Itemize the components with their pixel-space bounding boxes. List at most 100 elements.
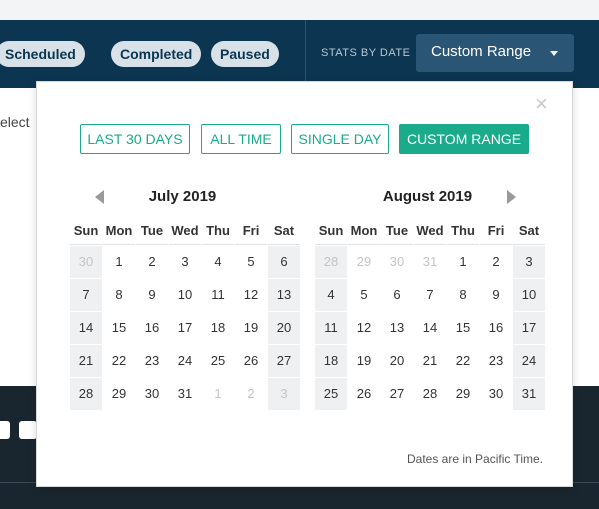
calendar-day[interactable]: 27 xyxy=(381,378,413,410)
calendar-day-outside: 30 xyxy=(70,246,102,278)
calendar-day[interactable]: 17 xyxy=(513,312,545,344)
filter-scheduled[interactable]: Scheduled xyxy=(0,41,85,67)
calendar-day[interactable]: 25 xyxy=(202,345,234,377)
filter-completed[interactable]: Completed xyxy=(111,41,202,67)
timezone-note: Dates are in Pacific Time. xyxy=(407,452,544,466)
calendar-day[interactable]: 23 xyxy=(480,345,512,377)
weekday-header: Wed xyxy=(169,220,201,245)
calendar-day[interactable]: 13 xyxy=(268,279,300,311)
calendar-day[interactable]: 21 xyxy=(70,345,102,377)
calendar-day[interactable]: 3 xyxy=(169,246,201,278)
calendar-day[interactable]: 21 xyxy=(414,345,446,377)
calendar-day[interactable]: 9 xyxy=(136,279,168,311)
calendar-day[interactable]: 15 xyxy=(103,312,135,344)
calendar-day[interactable]: 12 xyxy=(348,312,380,344)
calendar-day[interactable]: 26 xyxy=(235,345,267,377)
weekday-header: Fri xyxy=(235,220,267,245)
filter-paused[interactable]: Paused xyxy=(211,41,279,67)
caret-down-icon xyxy=(550,51,558,56)
calendar-day[interactable]: 20 xyxy=(268,312,300,344)
weekday-header: Sat xyxy=(268,220,300,245)
calendar-day[interactable]: 9 xyxy=(480,279,512,311)
calendar-day[interactable]: 28 xyxy=(414,378,446,410)
calendar-day[interactable]: 22 xyxy=(447,345,479,377)
calendar-day-outside: 1 xyxy=(202,378,234,410)
calendar-day-outside: 31 xyxy=(414,246,446,278)
calendar-day[interactable]: 2 xyxy=(136,246,168,278)
calendar-day[interactable]: 31 xyxy=(169,378,201,410)
calendar-day[interactable]: 23 xyxy=(136,345,168,377)
calendar-day[interactable]: 29 xyxy=(103,378,135,410)
top-strip xyxy=(0,0,599,20)
calendar-day[interactable]: 8 xyxy=(103,279,135,311)
calendar-day[interactable]: 18 xyxy=(315,345,347,377)
calendar-day[interactable]: 31 xyxy=(513,378,545,410)
calendar-day[interactable]: 2 xyxy=(480,246,512,278)
calendar-day[interactable]: 6 xyxy=(268,246,300,278)
calendar-day[interactable]: 20 xyxy=(381,345,413,377)
nav-divider xyxy=(305,20,306,88)
weekday-header: Thu xyxy=(202,220,234,245)
background-text: elect xyxy=(0,114,30,130)
preset-single-day[interactable]: SINGLE DAY xyxy=(291,124,389,154)
calendar-day[interactable]: 15 xyxy=(447,312,479,344)
calendar-day[interactable]: 1 xyxy=(103,246,135,278)
calendar-day[interactable]: 13 xyxy=(381,312,413,344)
weekday-header: Mon xyxy=(348,220,380,245)
preset-custom-range[interactable]: CUSTOM RANGE xyxy=(399,124,529,154)
close-icon[interactable]: × xyxy=(535,91,548,117)
date-range-select[interactable]: Custom Range xyxy=(416,34,574,72)
weekday-header: Sun xyxy=(315,220,347,245)
calendar-july: Sun Mon Tue Wed Thu Fri Sat 30 1 2 3 4 5 6 7 8 9 10 11 12 13… xyxy=(70,220,300,410)
calendar-day-outside: 2 xyxy=(235,378,267,410)
calendar-day[interactable]: 16 xyxy=(480,312,512,344)
calendar-day[interactable]: 14 xyxy=(414,312,446,344)
calendar-day[interactable]: 8 xyxy=(447,279,479,311)
calendar-day[interactable]: 11 xyxy=(315,312,347,344)
calendar-day[interactable]: 4 xyxy=(315,279,347,311)
calendar-day[interactable]: 26 xyxy=(348,378,380,410)
calendar-day[interactable]: 4 xyxy=(202,246,234,278)
calendar-day[interactable]: 19 xyxy=(235,312,267,344)
weekday-header: Sat xyxy=(513,220,545,245)
weekday-header: Tue xyxy=(381,220,413,245)
calendar-day[interactable]: 30 xyxy=(480,378,512,410)
stats-by-date-label: STATS BY DATE xyxy=(321,47,411,59)
calendar-day[interactable]: 17 xyxy=(169,312,201,344)
calendar-day[interactable]: 27 xyxy=(268,345,300,377)
calendar-day[interactable]: 22 xyxy=(103,345,135,377)
calendar-day-outside: 28 xyxy=(315,246,347,278)
calendar-day[interactable]: 10 xyxy=(169,279,201,311)
calendar-day[interactable]: 24 xyxy=(169,345,201,377)
calendar-day[interactable]: 1 xyxy=(447,246,479,278)
calendar-august: Sun Mon Tue Wed Thu Fri Sat 28 29 30 31 1 2 3 4 5 6 7 8 9 10… xyxy=(315,220,545,410)
calendar-day[interactable]: 28 xyxy=(70,378,102,410)
calendar-day[interactable]: 6 xyxy=(381,279,413,311)
calendar-day[interactable]: 3 xyxy=(513,246,545,278)
calendar-day[interactable]: 29 xyxy=(447,378,479,410)
calendar-day[interactable]: 11 xyxy=(202,279,234,311)
calendar-day-outside: 30 xyxy=(381,246,413,278)
weekday-header: Wed xyxy=(414,220,446,245)
calendar-day[interactable]: 18 xyxy=(202,312,234,344)
weekday-header: Sun xyxy=(70,220,102,245)
calendar-day[interactable]: 19 xyxy=(348,345,380,377)
calendar-day[interactable]: 24 xyxy=(513,345,545,377)
twitter-icon[interactable] xyxy=(19,421,37,439)
date-range-value: Custom Range xyxy=(431,43,532,60)
calendar-day[interactable]: 7 xyxy=(414,279,446,311)
calendar-day-outside: 3 xyxy=(268,378,300,410)
preset-last-30-days[interactable]: LAST 30 DAYS xyxy=(80,124,190,154)
calendar-day[interactable]: 14 xyxy=(70,312,102,344)
calendar-day[interactable]: 30 xyxy=(136,378,168,410)
weekday-header: Thu xyxy=(447,220,479,245)
calendar-day[interactable]: 16 xyxy=(136,312,168,344)
preset-all-time[interactable]: ALL TIME xyxy=(201,124,281,154)
calendar-day[interactable]: 10 xyxy=(513,279,545,311)
calendar-day[interactable]: 5 xyxy=(348,279,380,311)
calendar-day[interactable]: 12 xyxy=(235,279,267,311)
calendar-day[interactable]: 5 xyxy=(235,246,267,278)
calendar-day[interactable]: 7 xyxy=(70,279,102,311)
calendar-day[interactable]: 25 xyxy=(315,378,347,410)
facebook-icon[interactable] xyxy=(0,421,10,439)
